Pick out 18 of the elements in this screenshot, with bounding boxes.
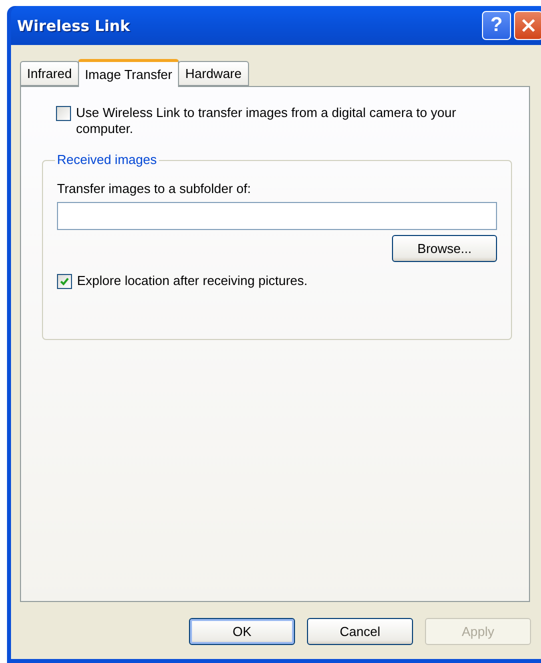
folder-input-field[interactable] bbox=[57, 202, 497, 230]
field-label: Transfer images to a subfolder of: bbox=[57, 181, 252, 196]
window-title: Wireless Link bbox=[17, 16, 132, 34]
help-button[interactable]: ? bbox=[482, 11, 511, 40]
checkbox[interactable] bbox=[56, 106, 71, 121]
checkbox-label: Explore location after receiving pictures. bbox=[77, 273, 308, 289]
checkbox[interactable] bbox=[57, 274, 72, 289]
dialog-button[interactable]: OK bbox=[189, 618, 295, 645]
tab[interactable]: Image Transfer bbox=[78, 59, 180, 87]
checkbox-label: Use Wireless Link to transfer images from a digital camera to your computer. bbox=[76, 105, 458, 137]
dialog-button[interactable]: Cancel bbox=[307, 618, 413, 645]
tab[interactable]: Hardware bbox=[178, 61, 249, 86]
group-title: Received images bbox=[55, 152, 159, 167]
close-icon bbox=[521, 18, 536, 33]
tab[interactable]: Infrared bbox=[20, 61, 79, 86]
browse-button[interactable]: Browse... bbox=[392, 235, 497, 262]
checkmark-icon bbox=[60, 277, 69, 286]
close-button[interactable] bbox=[514, 11, 541, 40]
